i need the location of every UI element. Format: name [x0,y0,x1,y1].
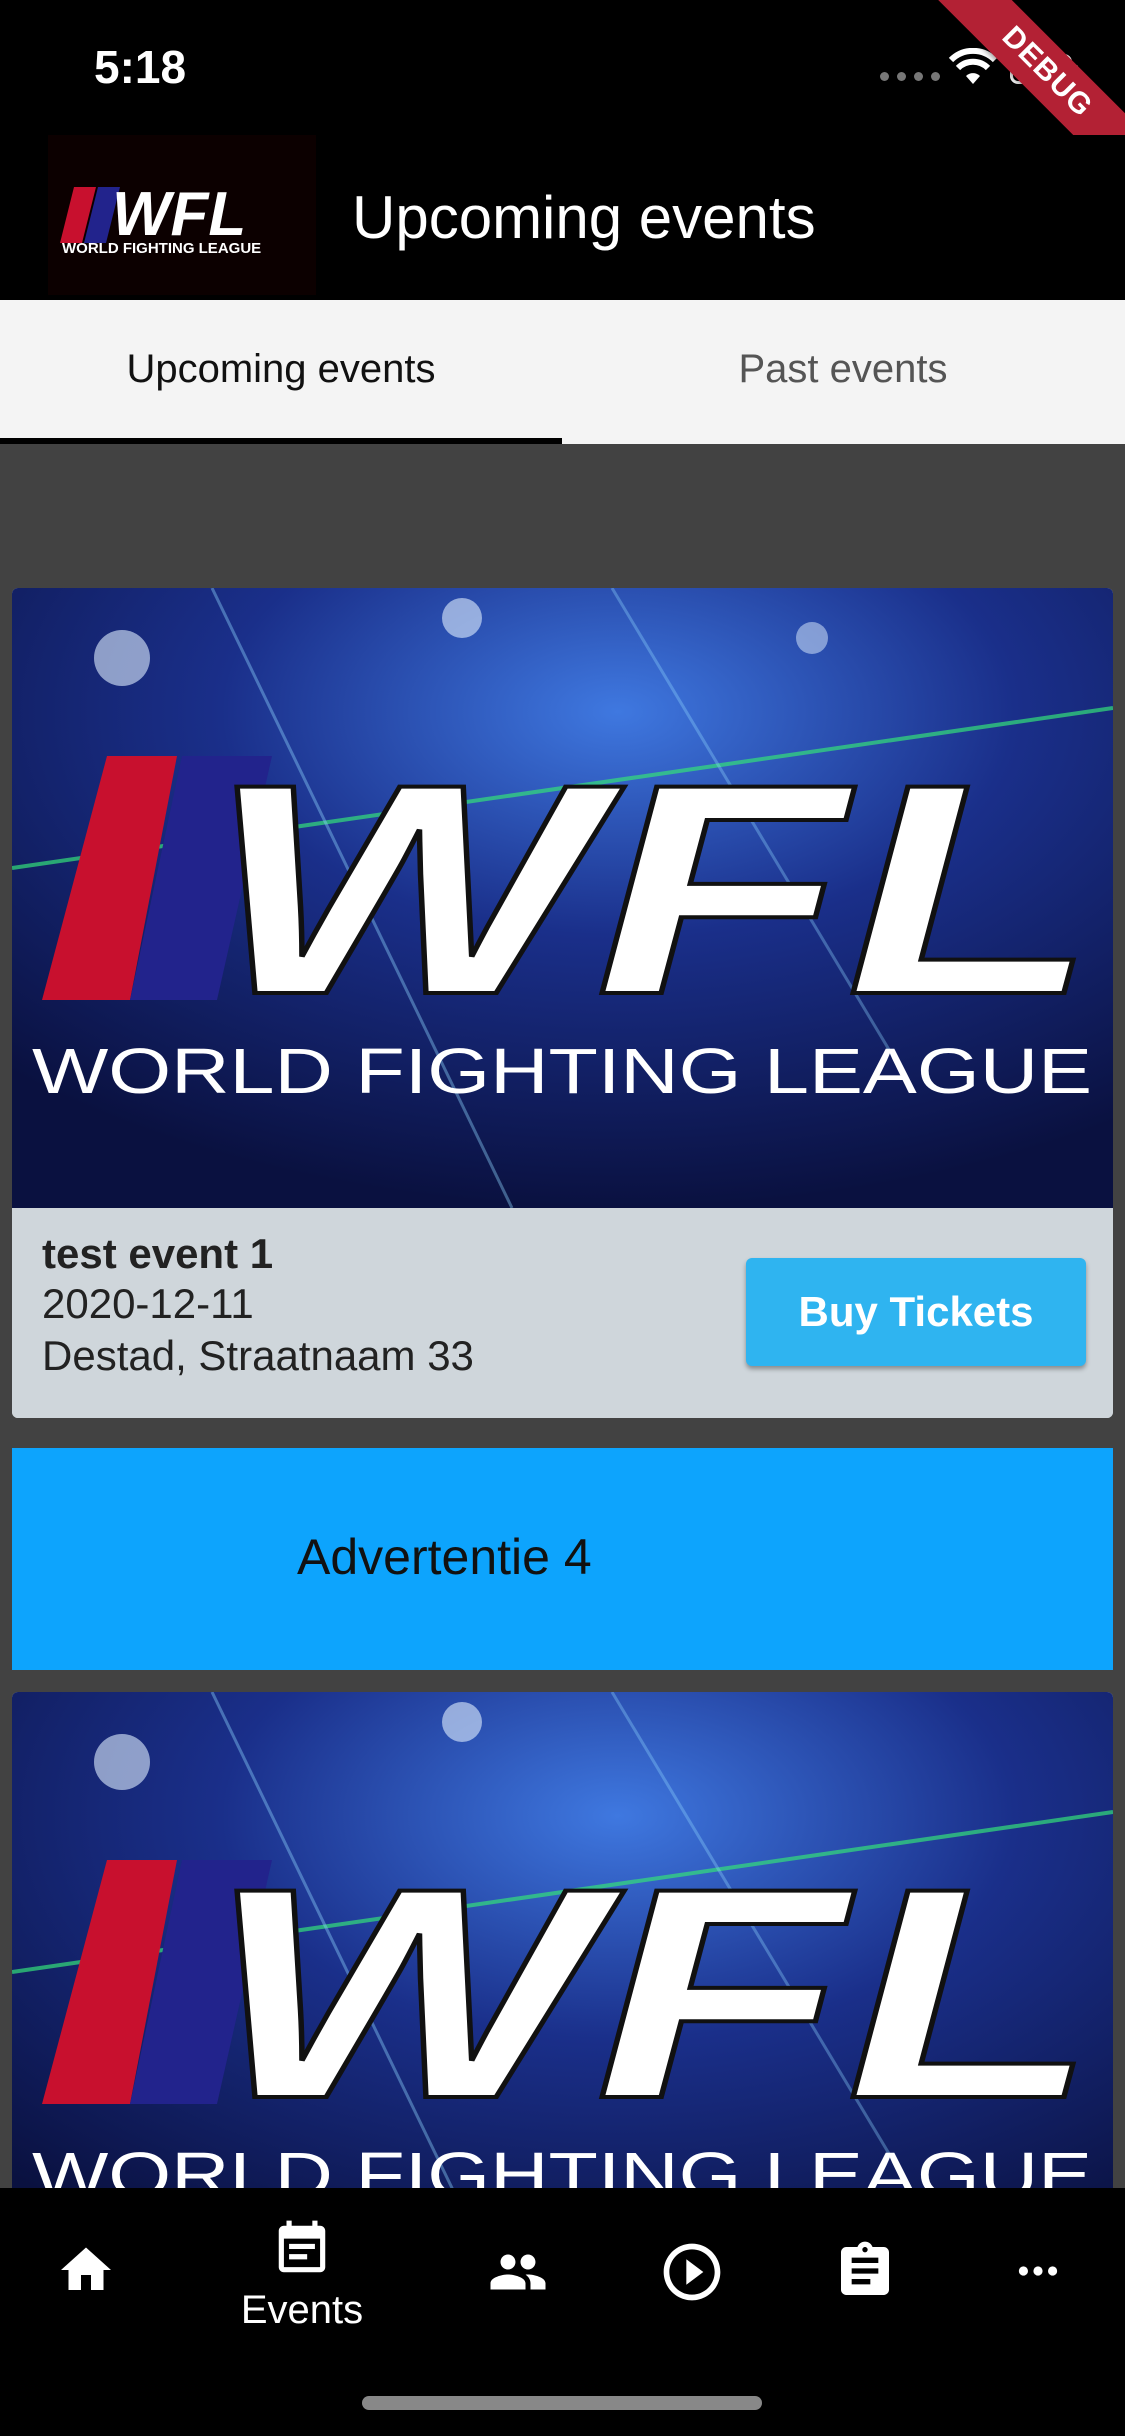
page-title: Upcoming events [352,184,816,251]
home-indicator[interactable] [362,2396,762,2410]
nav-more[interactable] [968,2246,1108,2396]
event-info: test event 1 2020-12-11 Destad, Straatna… [12,1208,1113,1418]
tab-bar: Upcoming events Past events [0,300,1125,444]
event-name: test event 1 [42,1230,274,1277]
nav-clipboard[interactable] [795,2238,935,2388]
wifi-icon [948,48,998,84]
nav-events-label: Events [240,2288,364,2332]
clipboard-icon [841,2241,889,2295]
people-icon [490,2254,546,2290]
cellular-signal-icon [880,72,940,81]
advertisement-banner[interactable]: Advertentie 4 [12,1448,1113,1670]
event-image-subtext: WORLD FIGHTING LEAGUE [32,2139,1092,2188]
status-time: 5:18 [94,41,187,93]
home-icon [61,2247,111,2290]
nav-events[interactable]: Events [232,2218,372,2368]
status-bar: 5:18 [0,0,1125,135]
play-circle-icon [663,2243,721,2301]
event-date: 2020-12-11 [42,1280,254,1327]
event-image: WFL WORLD FIGHTING LEAGUE [12,588,1113,1208]
nav-home[interactable] [16,2240,156,2390]
buy-tickets-button[interactable]: Buy Tickets [746,1258,1086,1366]
event-image-logo: WFL [207,721,1097,1057]
event-image-subtext: WORLD FIGHTING LEAGUE [32,1035,1092,1107]
nav-people[interactable] [448,2242,588,2392]
advertisement-text: Advertentie 4 [297,1529,592,1585]
event-image: WFL WORLD FIGHTING LEAGUE [12,1692,1113,2188]
logo-text: WFL [112,180,246,249]
event-location: Destad, Straatnaam 33 [42,1332,474,1379]
event-image-logo: WFL [207,1825,1097,2161]
events-list[interactable]: WFL WORLD FIGHTING LEAGUE test event 1 2… [0,444,1125,2188]
event-card[interactable]: WFL WORLD FIGHTING LEAGUE [12,1692,1113,2188]
event-card[interactable]: WFL WORLD FIGHTING LEAGUE test event 1 2… [12,588,1113,1418]
logo-subtext: WORLD FIGHTING LEAGUE [62,240,261,257]
more-horizontal-icon [1018,2266,1058,2276]
app-bar: WFL WORLD FIGHTING LEAGUE Upcoming event… [0,135,1125,300]
nav-videos[interactable] [622,2238,762,2388]
calendar-events-icon [278,2220,326,2273]
tab-past-events[interactable]: Past events [562,300,1124,444]
tab-upcoming-events[interactable]: Upcoming events [0,300,562,444]
wfl-logo: WFL WORLD FIGHTING LEAGUE [48,135,316,295]
